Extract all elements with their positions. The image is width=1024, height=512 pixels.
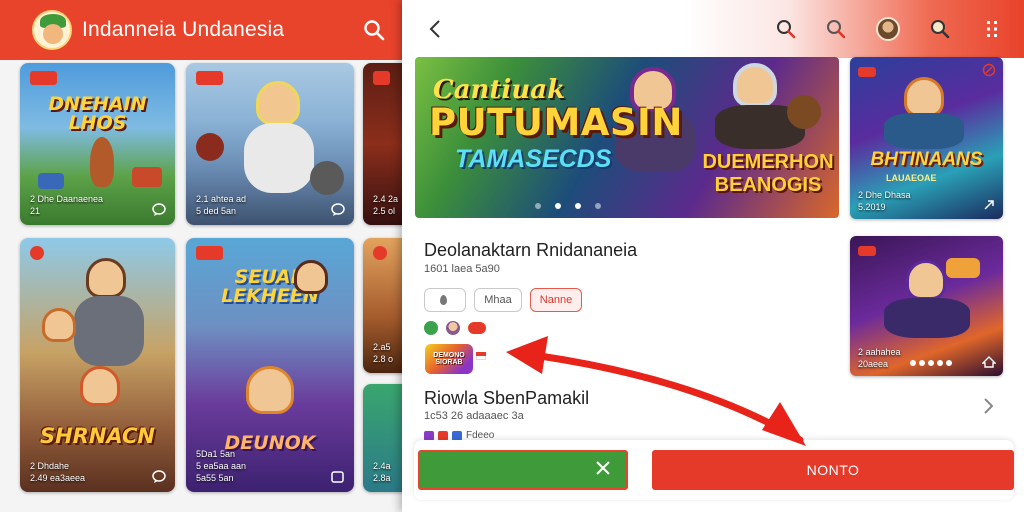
- card-meta: 2.1 ahtea ad 5 ded 5an: [196, 193, 247, 216]
- game-card[interactable]: DNEHAIN LHOS 2 Dhe Daanaenea 21: [20, 63, 175, 225]
- app-logo: [32, 10, 72, 50]
- chevron-right-icon[interactable]: [980, 396, 996, 416]
- game-card[interactable]: SHRNACN 2 Dhdahe 2.49 ea3aeea: [20, 238, 175, 492]
- share-icon: [982, 198, 996, 212]
- game-card[interactable]: 2.1 ahtea ad 5 ded 5an: [186, 63, 354, 225]
- comment-icon: [151, 203, 167, 217]
- game-card[interactable]: 2.4a 2.8a: [363, 384, 402, 492]
- home-icon: [981, 355, 997, 369]
- related-game-card[interactable]: 2 aahahea 20aeea: [850, 236, 1003, 376]
- close-icon[interactable]: [982, 63, 996, 77]
- chevron-left-icon[interactable]: [424, 17, 448, 41]
- card-badge: [858, 246, 876, 256]
- green-action-button[interactable]: [418, 450, 628, 490]
- tag-pill[interactable]: Mhaa: [474, 288, 522, 312]
- game-title: Deolanaktarn Rnidananeia: [424, 240, 638, 260]
- rating-dots: [910, 360, 952, 366]
- card-meta: 2.a5 2.8 o: [373, 341, 394, 364]
- card-meta: 5Da1 5an 5 ea5aa aan 5a55 5an: [196, 448, 247, 483]
- share-icon: [330, 470, 346, 484]
- card-meta: 2.4a 2.8a: [373, 460, 391, 483]
- tag-pill-active[interactable]: Nanne: [530, 288, 582, 312]
- detail-header: [402, 0, 1024, 58]
- card-badge: [373, 246, 387, 260]
- banner-title: PUTUMASIN: [429, 101, 683, 144]
- game-card[interactable]: 2.a5 2.8 o: [363, 238, 402, 373]
- card-art-title: BHTINAANS: [870, 149, 983, 170]
- game-subtitle: 1601 laea 5a90: [424, 263, 500, 275]
- search-icon[interactable]: [774, 17, 798, 41]
- card-art-subtitle: LAUAEOAE: [886, 173, 937, 183]
- drop-icon: [439, 295, 447, 305]
- platform-icons: [424, 321, 486, 335]
- character-icon: [446, 321, 460, 335]
- app-header: Indanneia Undanesia: [0, 0, 402, 60]
- card-art-title: DNEHAIN LHOS: [48, 93, 147, 134]
- card-badge: [30, 246, 44, 260]
- banner-tagline: DUEMERHON BEANOGIS: [702, 151, 834, 196]
- primary-action-button[interactable]: NONTO: [652, 450, 1014, 490]
- background-app: Indanneia Undanesia DNEHAIN LHOS 2 Dhe D…: [0, 0, 402, 512]
- section-title: Riowla SbenPamakil: [424, 388, 590, 408]
- avatar[interactable]: [876, 17, 900, 41]
- card-badge: [858, 67, 876, 77]
- tag-pills: Mhaa Nanne: [424, 288, 582, 312]
- card-meta: 2.4 2a 2.5 ol: [373, 193, 399, 216]
- card-badge: [196, 71, 224, 85]
- card-meta: 2 Dhe Daanaenea 21: [30, 193, 104, 216]
- app-title: Indanneia Undanesia: [82, 18, 285, 41]
- card-badge: [30, 71, 58, 85]
- card-meta: 2 aahahea 20aeea: [858, 346, 901, 369]
- close-icon: [594, 459, 612, 482]
- game-card[interactable]: SEUAK LEKHEEN DEUNOK 5Da1 5an 5 ea5aa aan…: [186, 238, 354, 492]
- action-bar: NONTO: [414, 440, 1014, 500]
- detail-panel: Cantiuak PUTUMASIN TAMASECDS DUEMERHON B…: [402, 0, 1024, 512]
- related-game-card[interactable]: BHTINAANS LAUAEOAE 2 Dhe Dhasa 5.2019: [850, 57, 1003, 219]
- search-icon[interactable]: [362, 18, 386, 42]
- tag-pill[interactable]: [424, 288, 466, 312]
- card-badge: [373, 71, 391, 85]
- card-badge: [196, 246, 224, 260]
- badge-icon: [468, 322, 486, 334]
- android-icon: [424, 321, 438, 335]
- search-icon[interactable]: [824, 17, 848, 41]
- card-meta: 2 Dhdahe 2.49 ea3aeea: [30, 460, 86, 483]
- more-vertical-icon[interactable]: [980, 17, 1004, 41]
- card-meta: 2 Dhe Dhasa 5.2019: [858, 189, 911, 212]
- section-subtitle: 1c53 26 adaaaec 3a: [424, 410, 524, 422]
- banner-subtitle: TAMASECDS: [455, 145, 612, 173]
- game-card[interactable]: 2.4 2a 2.5 ol: [363, 63, 402, 225]
- game-logo[interactable]: DEMONO SIORAB: [425, 344, 473, 374]
- flag-icon: [476, 352, 486, 360]
- comment-icon: [151, 470, 167, 484]
- card-art-title: SHRNACN: [39, 424, 156, 448]
- comment-icon: [330, 203, 346, 217]
- carousel-dots[interactable]: [535, 203, 601, 209]
- promo-banner[interactable]: Cantiuak PUTUMASIN TAMASECDS DUEMERHON B…: [415, 57, 839, 218]
- search-icon[interactable]: [928, 17, 952, 41]
